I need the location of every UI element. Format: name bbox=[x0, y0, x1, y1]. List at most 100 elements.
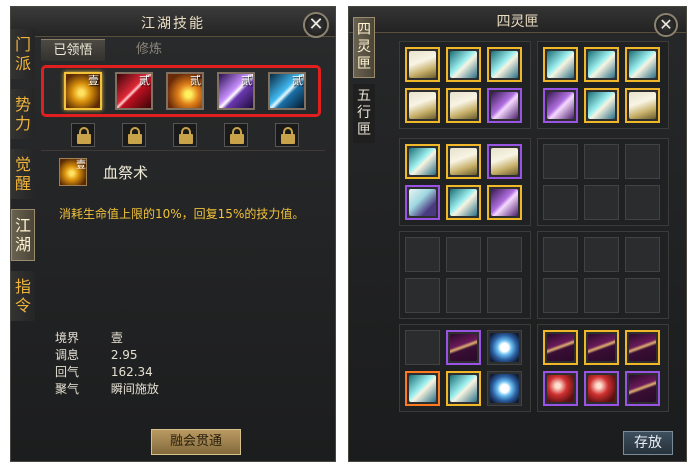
empty-item-slot[interactable] bbox=[625, 185, 660, 220]
empty-item-slot[interactable] bbox=[446, 278, 481, 313]
stat-value: 壹 bbox=[110, 331, 123, 345]
item-slot[interactable] bbox=[487, 47, 522, 82]
red-item-icon bbox=[547, 375, 574, 402]
red-item-icon bbox=[588, 375, 615, 402]
item-slot[interactable] bbox=[487, 371, 522, 406]
selected-skill-icon: 壹 bbox=[59, 158, 87, 186]
empty-item-slot[interactable] bbox=[487, 278, 522, 313]
empty-item-slot[interactable] bbox=[584, 185, 619, 220]
lock-icon bbox=[173, 123, 197, 147]
skill-tier-badge: 贰 bbox=[241, 74, 252, 87]
close-button[interactable]: ✕ bbox=[654, 13, 678, 37]
skill-slot-flame-fist[interactable]: 贰 bbox=[166, 72, 204, 110]
item-slot[interactable] bbox=[543, 47, 578, 82]
item-slot[interactable] bbox=[405, 47, 440, 82]
item-slot[interactable] bbox=[584, 371, 619, 406]
item-slot[interactable] bbox=[405, 185, 440, 220]
stat-label: 调息 bbox=[55, 348, 80, 362]
item-slot[interactable] bbox=[584, 47, 619, 82]
tab-four-spirits-box[interactable]: 四灵匣 bbox=[353, 17, 375, 78]
item-slot[interactable] bbox=[405, 144, 440, 179]
empty-item-slot[interactable] bbox=[405, 237, 440, 272]
empty-item-slot[interactable] bbox=[446, 237, 481, 272]
empty-item-slot[interactable] bbox=[543, 185, 578, 220]
item-slot[interactable] bbox=[625, 330, 660, 365]
item-slot[interactable] bbox=[543, 371, 578, 406]
cyan-item-icon bbox=[450, 375, 477, 402]
empty-item-slot[interactable] bbox=[543, 278, 578, 313]
side-tab-bar: 门派 势力 觉醒 江湖 指令 bbox=[11, 29, 37, 331]
side-tab-faction[interactable]: 势力 bbox=[11, 89, 35, 139]
item-slot[interactable] bbox=[446, 144, 481, 179]
tab-cultivate[interactable]: 修炼 bbox=[117, 39, 181, 61]
divider bbox=[41, 150, 325, 151]
empty-item-slot[interactable] bbox=[405, 330, 440, 365]
item-slot[interactable] bbox=[487, 185, 522, 220]
item-group bbox=[399, 138, 531, 226]
empty-item-slot[interactable] bbox=[543, 144, 578, 179]
skill-slot-crossed-swords[interactable]: 贰 bbox=[115, 72, 153, 110]
lock-icon bbox=[275, 123, 299, 147]
item-slot[interactable] bbox=[405, 371, 440, 406]
item-slot[interactable] bbox=[625, 88, 660, 123]
purple-item-icon bbox=[491, 189, 518, 216]
panel-titlebar: 四灵匣 bbox=[349, 7, 686, 33]
master-integrate-button[interactable]: 融会贯通 bbox=[151, 429, 241, 455]
item-group bbox=[537, 324, 669, 412]
cyan-item-icon bbox=[450, 189, 477, 216]
empty-item-slot[interactable] bbox=[625, 237, 660, 272]
empty-item-slot[interactable] bbox=[625, 278, 660, 313]
selected-skill-name: 血祭术 bbox=[103, 164, 149, 182]
item-slot[interactable] bbox=[446, 371, 481, 406]
item-slot[interactable] bbox=[446, 185, 481, 220]
item-slot[interactable] bbox=[543, 88, 578, 123]
ring-item-icon bbox=[490, 333, 519, 362]
side-tab-awakening[interactable]: 觉醒 bbox=[11, 149, 35, 199]
tab-five-elements-box[interactable]: 五行匣 bbox=[353, 84, 375, 143]
item-slot[interactable] bbox=[487, 88, 522, 123]
item-slot[interactable] bbox=[487, 330, 522, 365]
purple-item-icon bbox=[491, 92, 518, 119]
store-button[interactable]: 存放 bbox=[623, 431, 673, 455]
skill-tier-badge: 贰 bbox=[292, 74, 303, 87]
stat-row: 境界 壹 bbox=[55, 330, 159, 347]
empty-item-slot[interactable] bbox=[584, 144, 619, 179]
scroll-item-icon bbox=[409, 51, 436, 78]
stat-label: 聚气 bbox=[55, 382, 80, 396]
item-slot[interactable] bbox=[487, 144, 522, 179]
side-tab-sect[interactable]: 门派 bbox=[11, 29, 35, 79]
item-slot[interactable] bbox=[446, 88, 481, 123]
empty-item-slot[interactable] bbox=[584, 278, 619, 313]
item-slot[interactable] bbox=[446, 47, 481, 82]
empty-item-slot[interactable] bbox=[584, 237, 619, 272]
empty-item-slot[interactable] bbox=[405, 278, 440, 313]
item-slot[interactable] bbox=[405, 88, 440, 123]
skill-slot-blue-slash[interactable]: 贰 bbox=[268, 72, 306, 110]
empty-item-slot[interactable] bbox=[487, 237, 522, 272]
empty-item-slot[interactable] bbox=[625, 144, 660, 179]
item-slot[interactable] bbox=[625, 371, 660, 406]
skill-stats: 境界 壹 调息 2.95 回气 162.34 聚气 瞬间施放 bbox=[55, 330, 159, 398]
panel-title: 四灵匣 bbox=[496, 14, 539, 30]
skill-slot-blood-swirl[interactable]: 壹 bbox=[64, 72, 102, 110]
lock-icon bbox=[224, 123, 248, 147]
item-slot[interactable] bbox=[584, 330, 619, 365]
stat-label: 境界 bbox=[55, 331, 80, 345]
side-tab-jianghu[interactable]: 江湖 bbox=[11, 209, 35, 261]
item-slot[interactable] bbox=[584, 88, 619, 123]
item-slot[interactable] bbox=[543, 330, 578, 365]
cyan-item-icon bbox=[409, 148, 436, 175]
item-slot[interactable] bbox=[625, 47, 660, 82]
empty-item-slot[interactable] bbox=[543, 237, 578, 272]
side-tab-command[interactable]: 指令 bbox=[11, 271, 35, 321]
skill-slot-purple-crystal[interactable]: 贰 bbox=[217, 72, 255, 110]
box-tab-bar: 四灵匣 五行匣 bbox=[353, 17, 375, 149]
stat-label: 回气 bbox=[55, 365, 80, 379]
cyan-item-icon bbox=[588, 92, 615, 119]
cyan-item-icon bbox=[547, 51, 574, 78]
tab-learned[interactable]: 已领悟 bbox=[41, 39, 105, 61]
cyan-item-icon bbox=[409, 375, 436, 402]
skill-tier-badge: 壹 bbox=[88, 74, 99, 87]
close-button[interactable]: ✕ bbox=[303, 12, 329, 38]
item-slot[interactable] bbox=[446, 330, 481, 365]
